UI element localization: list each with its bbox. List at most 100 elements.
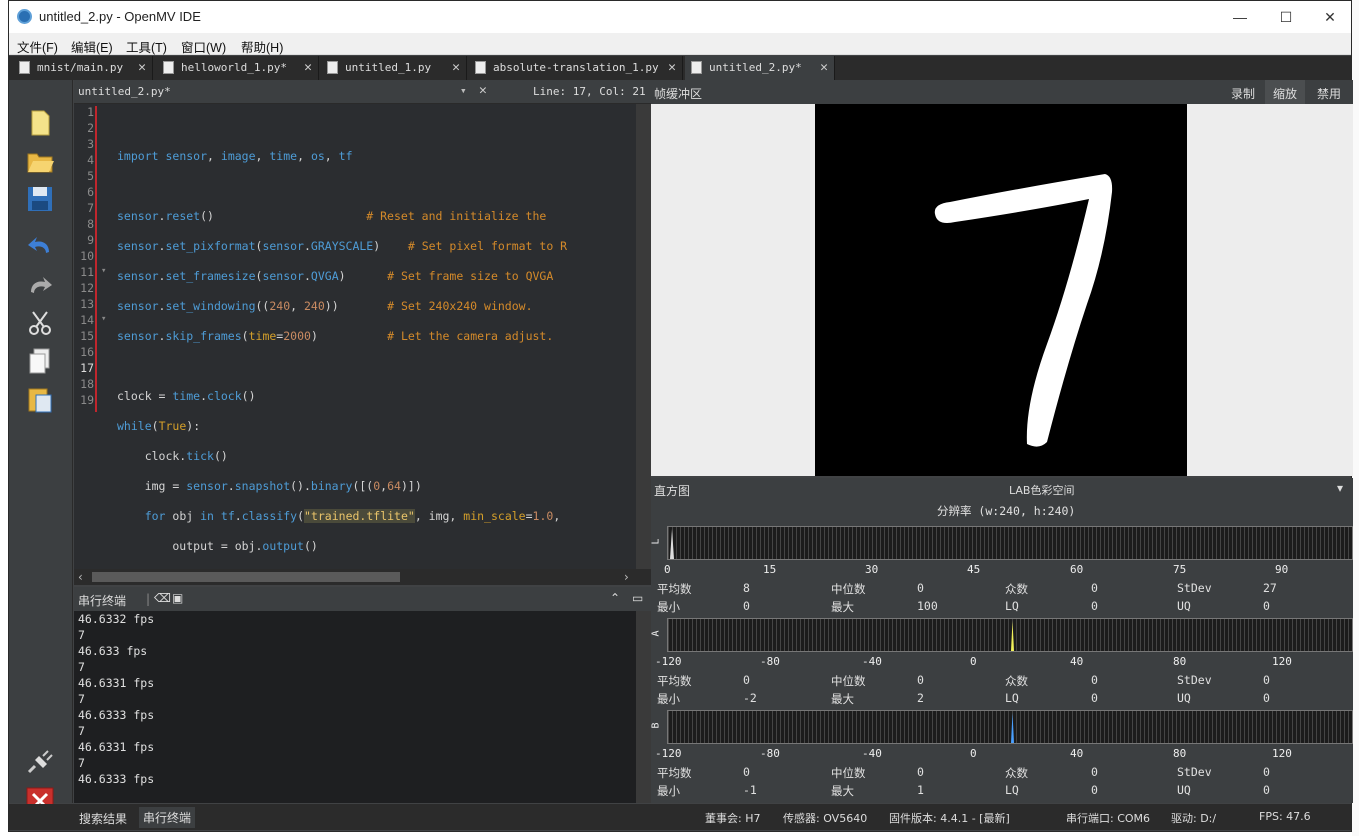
stat-value-min: 0 [743,599,750,613]
stat-value-mean: 0 [743,765,750,779]
axis-tick-label: 120 [1272,655,1292,668]
terminal-line: 46.6331 fps [78,676,155,690]
histogram-header: 直方图 LAB色彩空间 ▾ [651,478,1353,500]
axis-tick-label: 15 [763,563,777,576]
close-tab-icon[interactable]: ✕ [138,56,146,80]
histogram-panel: 分辨率 (w:240, h:240) L 0 15 30 45 60 75 90 平均数 8 中位数… [651,500,1353,803]
colorspace-select[interactable]: LAB色彩空间 [1009,482,1074,498]
disable-button[interactable]: 禁用 [1317,85,1341,102]
record-button[interactable]: 录制 [1231,85,1255,102]
fold-icon[interactable]: ▾ [101,266,106,276]
stat-value-mode: 0 [1091,581,1098,595]
collapse-icon[interactable]: ⌃ [610,591,620,605]
line-number: 14 [80,313,94,327]
scroll-thumb[interactable] [92,572,400,582]
line-number: 6 [87,185,94,199]
close-tab-icon[interactable]: ✕ [668,56,676,80]
search-results-tab[interactable]: 搜索结果 [79,810,127,827]
status-bar: 搜索结果 串行终端 董事会: H7 传感器: OV5640 固件版本: 4.4.… [9,804,1351,830]
stat-value-stdev: 0 [1263,673,1270,687]
terminal-vertical-scrollbar[interactable] [636,611,651,803]
save-icon[interactable] [25,184,55,214]
menu-edit[interactable]: 编辑(E) [71,37,113,56]
stat-value-stdev: 0 [1263,765,1270,779]
fold-icon[interactable]: ▾ [101,314,106,324]
close-tab-icon[interactable]: ✕ [452,56,460,80]
scroll-left-icon[interactable]: ‹ [78,570,83,584]
terminal-line: 46.6332 fps [78,612,155,626]
cursor-position: Line: 17, Col: 21 [533,85,646,98]
stat-label-min: 最小 [657,600,680,614]
stat-value-median: 0 [917,673,924,687]
copy-icon[interactable] [25,346,55,376]
serial-terminal-tab[interactable]: 串行终端 [139,807,196,828]
stat-label-lq: LQ [1005,599,1019,613]
stat-label-lq: LQ [1005,691,1019,705]
scroll-right-icon[interactable]: › [624,570,629,584]
connect-icon[interactable] [25,748,55,778]
stat-label-stdev: StDev [1177,765,1212,779]
editor-horizontal-scrollbar[interactable]: ‹ › [74,569,651,585]
menu-help[interactable]: 帮助(H) [241,37,283,56]
frame-buffer-title: 帧缓冲区 [654,87,703,101]
axis-tick-label: 80 [1173,747,1187,760]
axis-tick-label: -80 [760,655,780,668]
serial-terminal-output[interactable]: 46.6332 fps 7 46.633 fps 7 46.6331 fps 7 46.63… [74,611,636,803]
code-editor[interactable]: 1 2 3 4 5 6 7 8 9 10 11 12 13 14 15 16 17 18 19 ▾ ▾ import… [74,104,636,643]
colorspace-dropdown-icon[interactable]: ▾ [1337,481,1343,495]
maximize-pane-icon[interactable]: ▭ [632,591,643,605]
new-file-icon[interactable] [25,108,55,138]
minimize-button[interactable]: — [1217,1,1263,33]
axis-tick-label: 80 [1173,655,1187,668]
maximize-button[interactable]: ☐ [1263,1,1309,33]
axis-tick-label: 0 [970,747,977,760]
stat-value-lq: 0 [1091,599,1098,613]
close-tab-icon[interactable]: ✕ [304,56,312,80]
undo-icon[interactable] [25,230,55,260]
file-icon [327,61,338,74]
redo-icon[interactable] [25,270,55,300]
close-tab-icon[interactable]: ✕ [820,56,828,80]
histogram-l-channel [667,526,1353,560]
clear-terminal-icon[interactable]: ⌫ [154,591,171,605]
axis-tick-label: -40 [862,655,882,668]
line-number: 4 [87,153,94,167]
zoom-button[interactable]: 缩放 [1265,80,1305,104]
menu-tools[interactable]: 工具(T) [126,37,167,56]
stat-label-stdev: StDev [1177,673,1212,687]
firmware-info[interactable]: 固件版本: 4.4.1 - [最新] [889,810,1010,826]
cut-icon[interactable] [25,308,55,338]
axis-tick-label: 120 [1272,747,1292,760]
menu-file[interactable]: 文件(F) [17,37,58,56]
histogram-a-channel [667,618,1353,652]
open-folder-icon[interactable] [25,146,55,176]
close-editor-icon[interactable]: ✕ [479,83,487,98]
line-number: 8 [87,217,94,231]
line-number: 18 [80,377,94,391]
stat-label-max: 最大 [831,784,854,798]
modified-lines-marker [95,106,97,412]
terminal-line: 46.6331 fps [78,740,155,754]
axis-tick-label: -80 [760,747,780,760]
tab-untitled-2[interactable]: untitled_2.py* ✕ [685,56,835,80]
sensor-info: 传感器: OV5640 [783,812,868,825]
editor-vertical-scrollbar[interactable] [636,104,651,569]
paste-icon[interactable] [25,384,55,414]
file-icon [691,61,702,74]
stat-label-mean: 平均数 [657,766,692,780]
tab-helloworld[interactable]: helloworld_1.py* ✕ [157,56,319,80]
tab-mnist-main[interactable]: mnist/main.py ✕ [13,56,153,80]
line-number: 17 [80,361,94,375]
terminal-title: 串行终端 [78,594,127,608]
stat-label-uq: UQ [1177,691,1191,705]
menu-window[interactable]: 窗口(W) [181,37,226,56]
tab-absolute-translation[interactable]: absolute-translation_1.py ✕ [469,56,683,80]
axis-tick-label: -120 [655,747,682,760]
tab-untitled-1[interactable]: untitled_1.py ✕ [321,56,467,80]
line-number: 16 [80,345,94,359]
stat-label-mode: 众数 [1005,766,1028,780]
close-window-button[interactable]: ✕ [1307,1,1353,33]
file-dropdown-icon[interactable]: ▾ [460,84,467,97]
frame-buffer-image [815,104,1187,476]
save-terminal-icon[interactable]: ▣ [172,591,183,605]
